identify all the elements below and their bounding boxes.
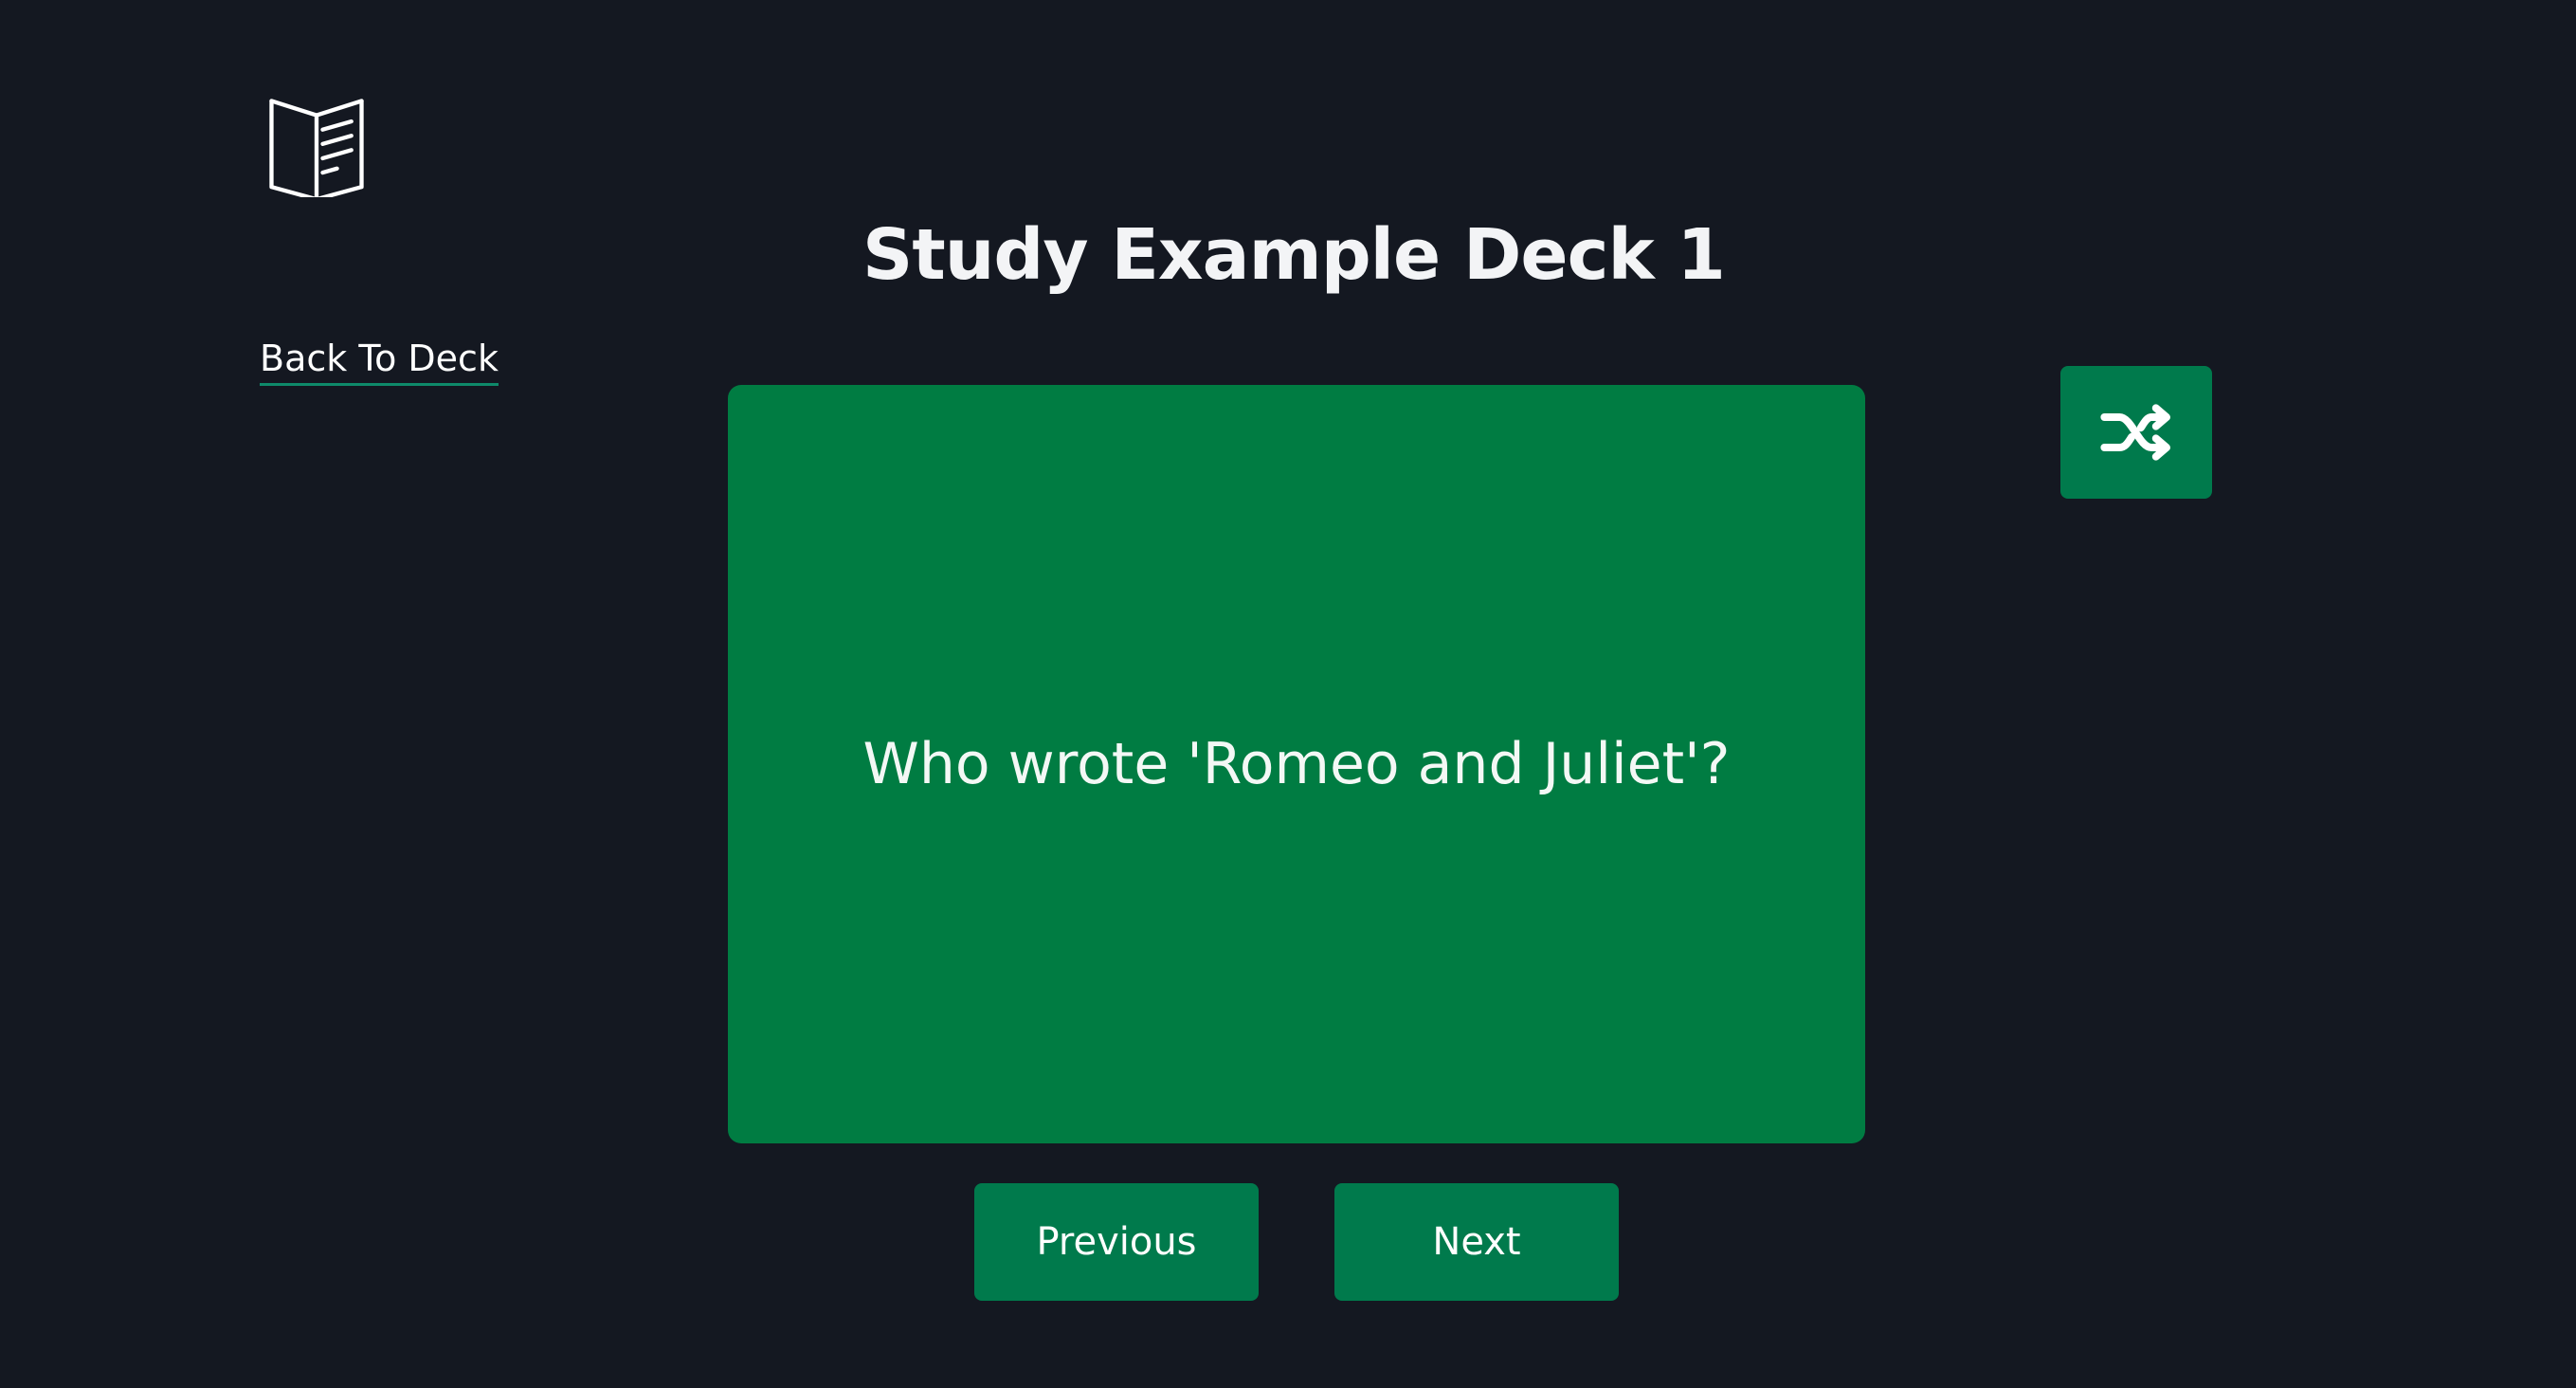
page-title: Study Example Deck 1 (862, 214, 1726, 296)
flashcard[interactable]: Who wrote 'Romeo and Juliet'? (728, 385, 1865, 1143)
back-to-deck-link[interactable]: Back To Deck (260, 334, 499, 386)
previous-button[interactable]: Previous (974, 1183, 1259, 1301)
next-button[interactable]: Next (1334, 1183, 1619, 1301)
open-book-icon (265, 95, 368, 197)
shuffle-icon (2098, 394, 2174, 470)
flashcard-text: Who wrote 'Romeo and Juliet'? (862, 731, 1731, 797)
shuffle-button[interactable] (2060, 366, 2212, 499)
app-logo[interactable] (265, 95, 368, 197)
